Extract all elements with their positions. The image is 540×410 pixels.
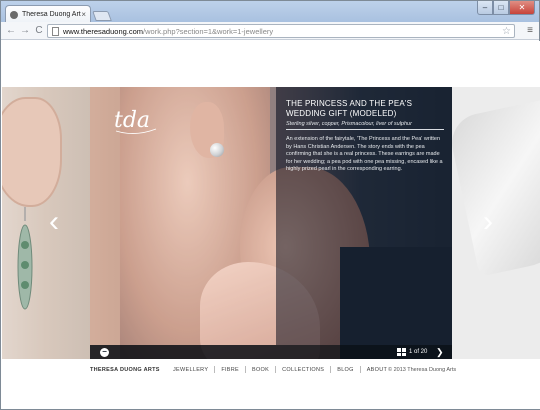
slide-pager: 1 of 20 xyxy=(409,349,428,355)
site-footer: THERESA DUONG ARTS JEWELLERY FIBRE BOOK … xyxy=(2,359,540,383)
favicon-icon xyxy=(10,10,18,19)
nav-about[interactable]: ABOUT xyxy=(367,367,387,373)
browser-toolbar: ← → C www.theresaduong.com/work.php?sect… xyxy=(1,22,539,40)
title-bar: Theresa Duong Arts × – □ ✕ xyxy=(1,1,539,23)
nav-book[interactable]: BOOK xyxy=(252,367,269,373)
slide-title: THE PRINCESS AND THE PEA'S WEDDING GIFT … xyxy=(286,99,413,118)
footer-brand[interactable]: THERESA DUONG ARTS xyxy=(90,367,160,373)
minimize-button[interactable]: – xyxy=(477,1,493,15)
grid-view-icon[interactable] xyxy=(397,348,407,356)
image-slider: tda THE PRINCESS AND THE PEA'S WEDDING G… xyxy=(2,87,540,359)
back-icon[interactable]: ← xyxy=(5,25,17,37)
current-slide: tda THE PRINCESS AND THE PEA'S WEDDING G… xyxy=(90,87,453,359)
slide-caption: THE PRINCESS AND THE PEA'S WEDDING GIFT … xyxy=(286,99,444,174)
nav-divider xyxy=(275,366,277,373)
nav-blog[interactable]: BLOG xyxy=(337,367,353,373)
page-icon xyxy=(52,26,59,36)
next-arrow-icon[interactable]: › xyxy=(478,205,498,239)
nav-divider xyxy=(359,366,361,373)
nav-divider xyxy=(330,366,332,373)
footer-nav: JEWELLERY FIBRE BOOK COLLECTIONS BLOG AB… xyxy=(173,366,387,373)
window-controls: – □ ✕ xyxy=(477,1,535,15)
forward-icon[interactable]: → xyxy=(19,25,31,37)
close-button[interactable]: ✕ xyxy=(509,1,535,15)
fabric-fold-shape xyxy=(452,97,540,277)
slide-controls: − 1 of 20 ❯ xyxy=(90,345,453,359)
pager-next-icon[interactable]: ❯ xyxy=(436,346,444,358)
browser-window: Theresa Duong Arts × – □ ✕ ← → C www.the… xyxy=(0,0,540,410)
bookmark-star-icon[interactable]: ☆ xyxy=(502,25,511,38)
browser-tab[interactable]: Theresa Duong Arts × xyxy=(5,5,91,23)
slide-description: An extension of the fairytale, 'The Prin… xyxy=(286,136,443,172)
web-page: tda THE PRINCESS AND THE PEA'S WEDDING G… xyxy=(2,41,540,409)
nav-fibre[interactable]: FIBRE xyxy=(221,367,239,373)
collapse-caption-button[interactable]: − xyxy=(100,348,109,357)
pea-pod-earring-icon xyxy=(17,207,33,310)
tab-title: Theresa Duong Arts xyxy=(22,11,82,18)
prev-arrow-icon[interactable]: ‹ xyxy=(44,205,64,239)
copyright-text: © 2013 Theresa Duong Arts xyxy=(388,367,457,373)
new-tab-button[interactable] xyxy=(92,11,112,21)
slide-materials: Sterling silver, copper, Prismacolour, l… xyxy=(286,121,444,130)
reload-icon[interactable]: C xyxy=(33,25,45,37)
nav-jewellery[interactable]: JEWELLERY xyxy=(173,367,208,373)
url-host: www.theresaduong.com xyxy=(63,26,144,36)
address-bar[interactable]: www.theresaduong.com/work.php?section=1&… xyxy=(47,24,515,38)
nav-divider xyxy=(214,366,216,373)
nav-divider xyxy=(245,366,247,373)
ear-shape xyxy=(2,97,62,207)
menu-icon[interactable]: ≡ xyxy=(527,25,533,37)
tab-close-icon[interactable]: × xyxy=(81,10,86,19)
nav-collections[interactable]: COLLECTIONS xyxy=(282,367,324,373)
tda-logo-icon: tda xyxy=(114,108,157,134)
svg-text:tda: tda xyxy=(114,108,150,133)
maximize-button[interactable]: □ xyxy=(493,1,509,15)
url-path: /work.php?section=1&work=1-jewellery xyxy=(143,26,274,36)
